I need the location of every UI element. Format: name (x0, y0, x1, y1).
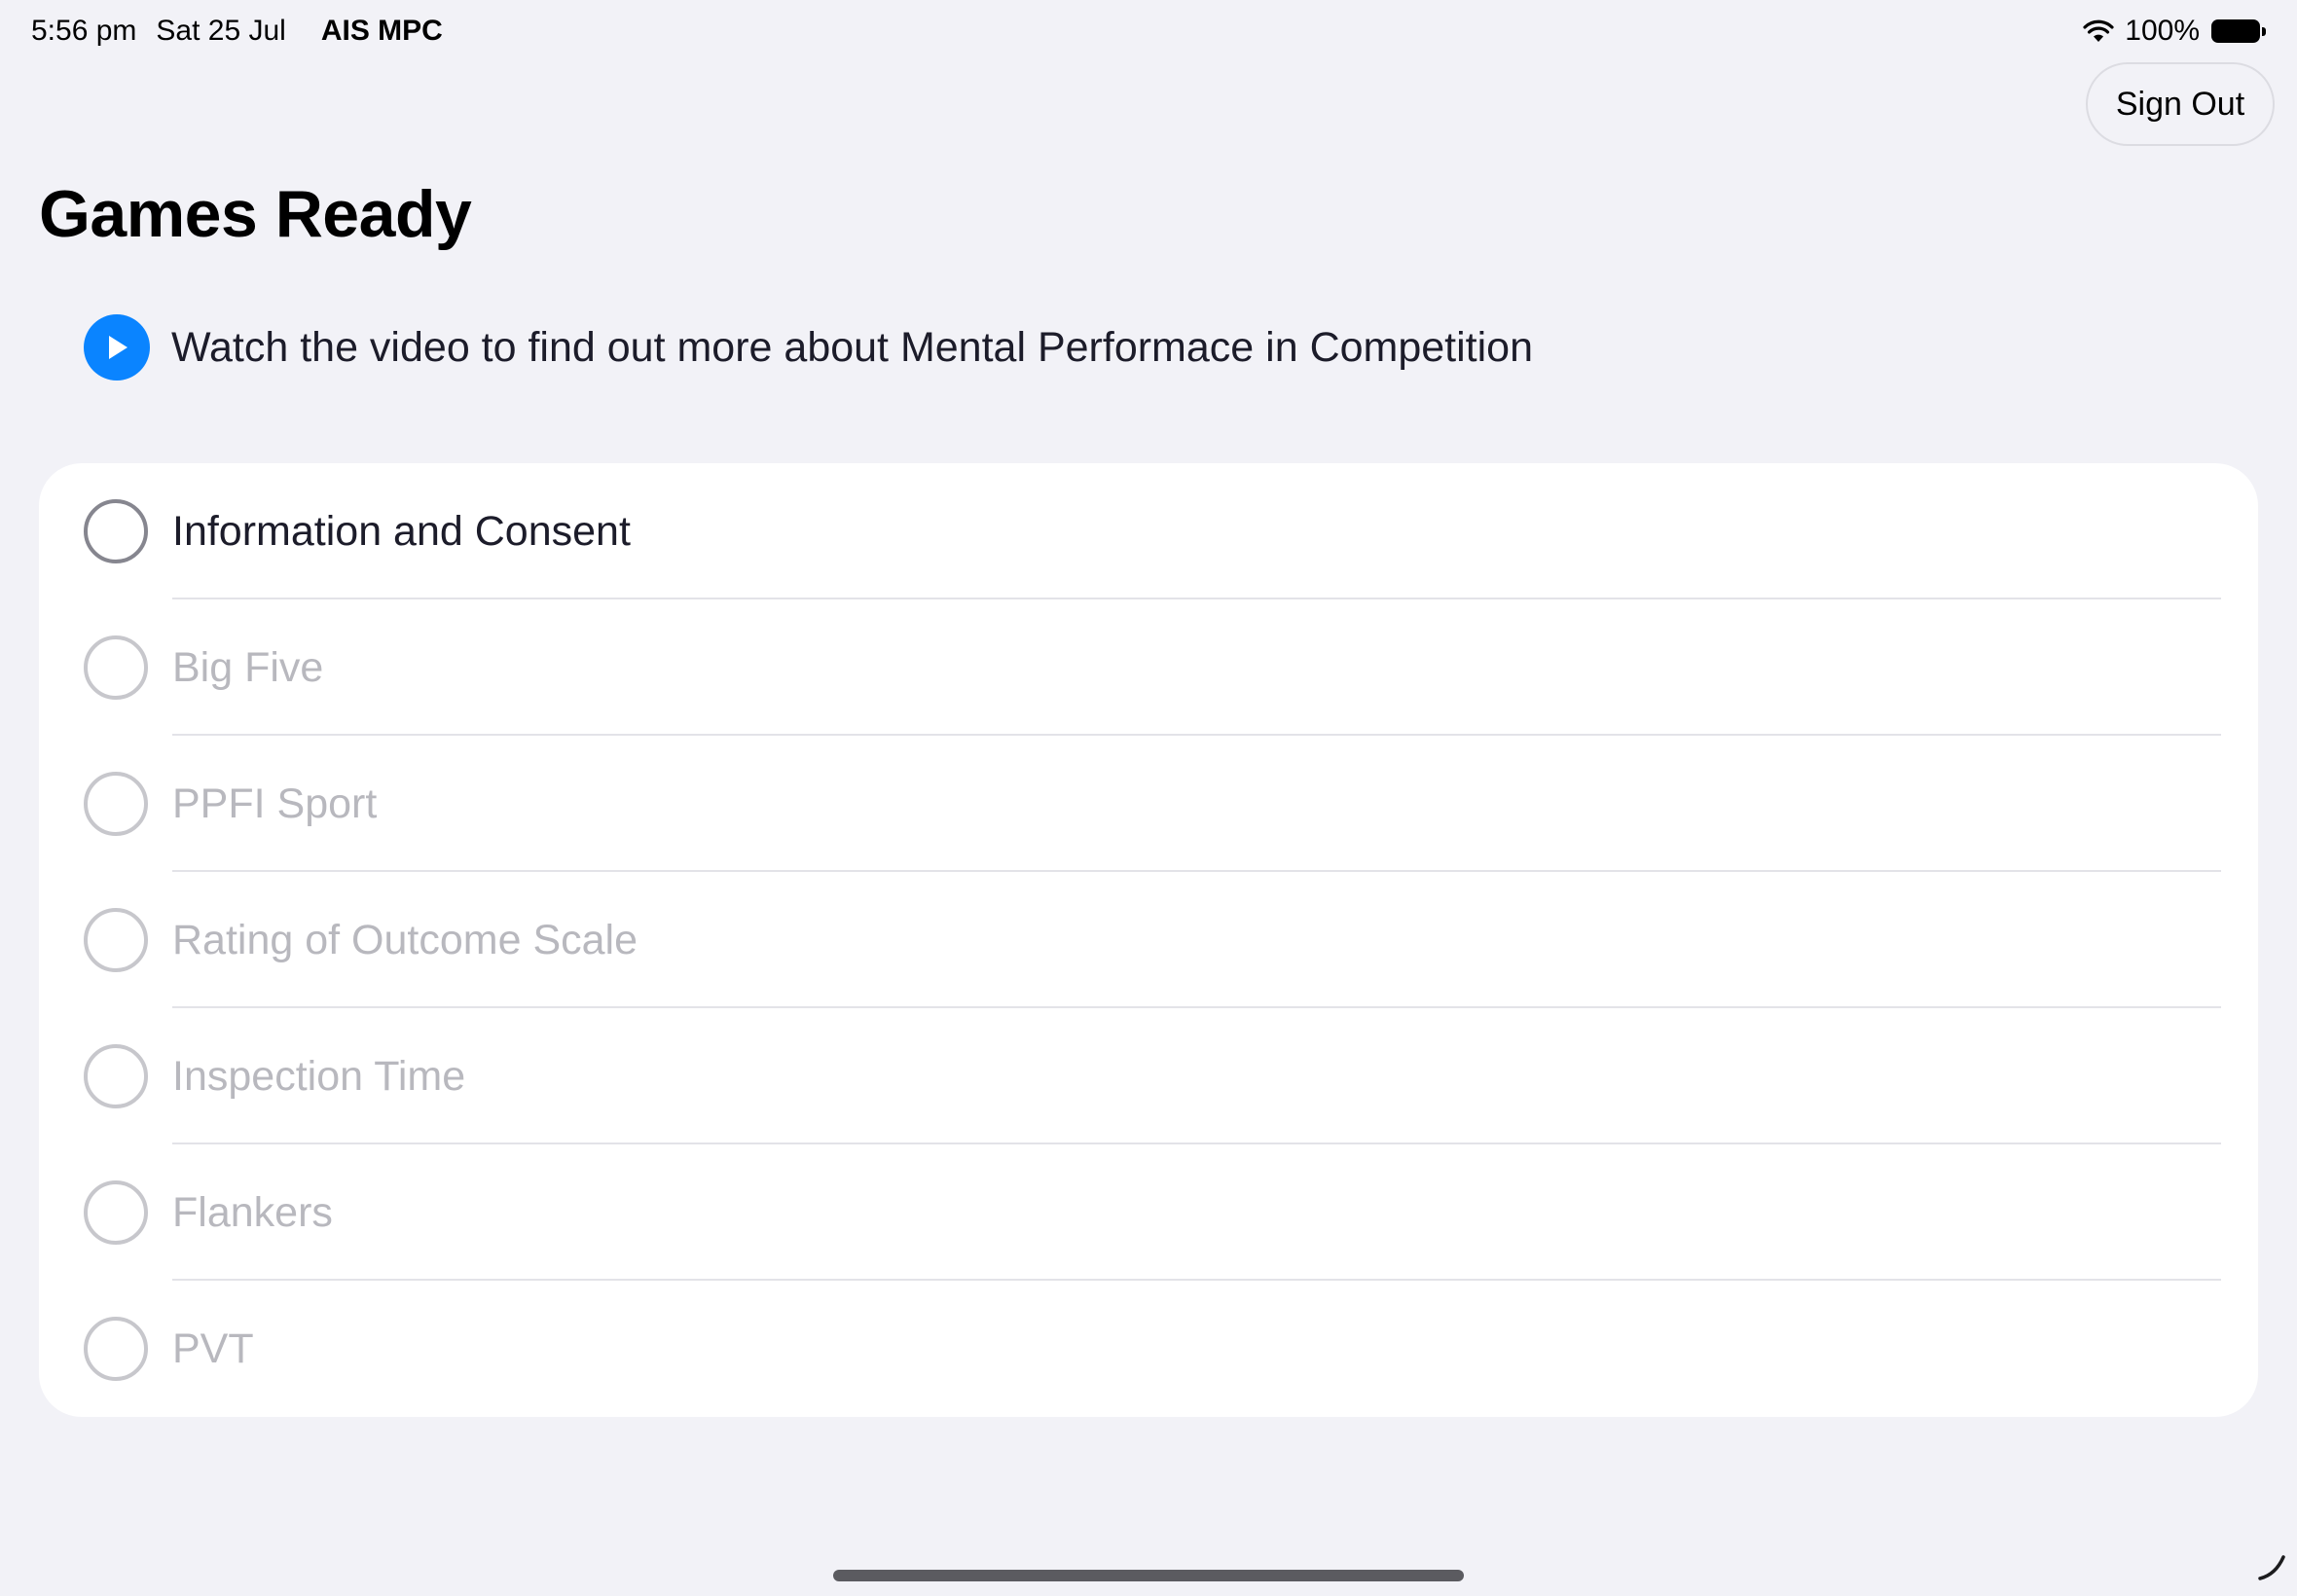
status-bar-left: 5:56 pm Sat 25 Jul AIS MPC (31, 14, 443, 49)
task-label: PVT (172, 1325, 254, 1372)
battery-percent: 100% (2125, 15, 2200, 47)
video-prompt-text: Watch the video to find out more about M… (171, 323, 1534, 371)
task-item-inspection-time[interactable]: Inspection Time (39, 1008, 2258, 1144)
task-label: Flankers (172, 1189, 333, 1236)
radio-circle-icon[interactable] (84, 1044, 148, 1108)
home-indicator[interactable] (833, 1570, 1464, 1581)
task-item-information-and-consent[interactable]: Information and Consent (39, 463, 2258, 599)
wifi-icon (2083, 19, 2114, 42)
task-list: Information and Consent Big Five PPFI Sp… (39, 463, 2258, 1417)
task-label: Big Five (172, 644, 324, 691)
page-title: Games Ready (39, 177, 472, 251)
task-label: Rating of Outcome Scale (172, 917, 638, 963)
task-label: Information and Consent (172, 508, 631, 555)
status-bar-right: 100% (2082, 14, 2266, 49)
sign-out-button[interactable]: Sign Out (2086, 62, 2275, 146)
radio-circle-icon[interactable] (84, 772, 148, 836)
radio-circle-icon[interactable] (84, 908, 148, 972)
task-item-big-five[interactable]: Big Five (39, 599, 2258, 736)
task-item-rating-of-outcome-scale[interactable]: Rating of Outcome Scale (39, 872, 2258, 1008)
radio-circle-icon[interactable] (84, 1317, 148, 1381)
task-item-pvt[interactable]: PVT (39, 1281, 2258, 1417)
task-item-ppfi-sport[interactable]: PPFI Sport (39, 736, 2258, 872)
status-carrier: AIS MPC (320, 15, 443, 47)
watch-video-link[interactable]: Watch the video to find out more about M… (84, 313, 1533, 381)
radio-circle-icon[interactable] (84, 499, 148, 563)
status-time: 5:56 pm (31, 15, 137, 47)
status-bar: 5:56 pm Sat 25 Jul AIS MPC 100% (0, 0, 2297, 62)
task-item-flankers[interactable]: Flankers (39, 1144, 2258, 1281)
corner-arc-icon (2258, 1555, 2285, 1580)
status-date: Sat 25 Jul (156, 15, 286, 47)
radio-circle-icon[interactable] (84, 1180, 148, 1245)
play-icon[interactable] (84, 314, 150, 381)
task-label: Inspection Time (172, 1053, 466, 1100)
radio-circle-icon[interactable] (84, 635, 148, 700)
battery-icon (2211, 19, 2266, 43)
task-label: PPFI Sport (172, 780, 378, 827)
